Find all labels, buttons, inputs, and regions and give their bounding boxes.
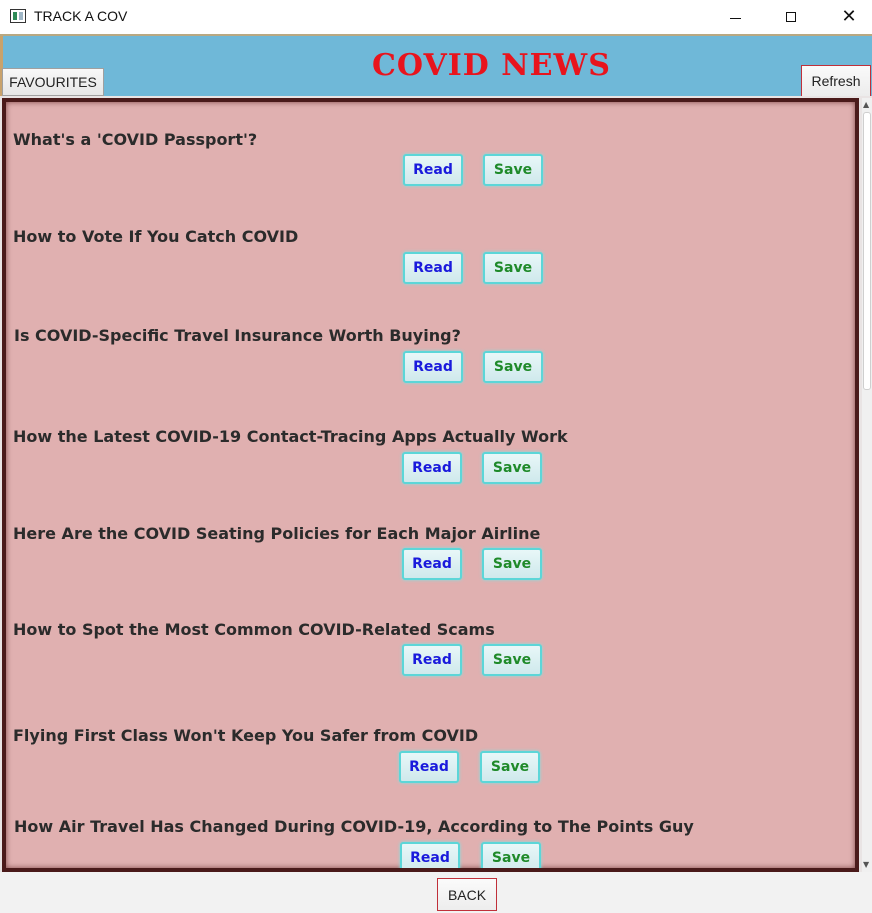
news-scroll-area: What's a 'COVID Passport'? Read Save How… (0, 96, 872, 872)
maximize-icon (786, 12, 796, 22)
save-button[interactable]: Save (483, 154, 543, 186)
save-button[interactable]: Save (483, 351, 543, 383)
app-icon (10, 9, 26, 23)
window-titlebar: TRACK A COV ✕ (0, 0, 872, 34)
article-title: How Air Travel Has Changed During COVID-… (14, 817, 694, 836)
article-title: Here Are the COVID Seating Policies for … (13, 524, 541, 543)
article-title: Flying First Class Won't Keep You Safer … (13, 726, 479, 745)
read-button[interactable]: Read (402, 452, 462, 484)
article-title: How to Spot the Most Common COVID-Relate… (13, 620, 495, 639)
scrollbar-thumb[interactable] (863, 112, 871, 390)
close-icon: ✕ (841, 6, 857, 27)
article-title: Is COVID-Specific Travel Insurance Worth… (14, 326, 461, 345)
close-button[interactable]: ✕ (826, 0, 872, 34)
save-button[interactable]: Save (482, 452, 542, 484)
article-title: What's a 'COVID Passport'? (13, 130, 258, 149)
save-button[interactable]: Save (482, 644, 542, 676)
back-button[interactable]: BACK (437, 878, 497, 911)
minimize-icon (729, 17, 741, 19)
maximize-button[interactable] (768, 0, 814, 34)
vertical-scrollbar[interactable]: ▲ ▼ (862, 98, 872, 872)
save-button[interactable]: Save (480, 751, 540, 783)
scroll-up-icon[interactable]: ▲ (863, 100, 869, 109)
scroll-down-icon[interactable]: ▼ (863, 860, 869, 869)
read-button[interactable]: Read (399, 751, 459, 783)
save-button[interactable]: Save (482, 548, 542, 580)
article-title: How the Latest COVID-19 Contact-Tracing … (13, 427, 568, 446)
read-button[interactable]: Read (402, 644, 462, 676)
page-title: COVID NEWS (372, 48, 611, 83)
footer-bar: BACK (0, 872, 872, 913)
news-list: What's a 'COVID Passport'? Read Save How… (2, 98, 859, 872)
article-title: How to Vote If You Catch COVID (13, 227, 299, 246)
read-button[interactable]: Read (403, 154, 463, 186)
window-title: TRACK A COV (34, 8, 128, 24)
read-button[interactable]: Read (403, 351, 463, 383)
refresh-button[interactable]: Refresh (801, 65, 871, 97)
save-button[interactable]: Save (483, 252, 543, 284)
read-button[interactable]: Read (403, 252, 463, 284)
save-button[interactable]: Save (481, 842, 541, 868)
minimize-button[interactable] (712, 0, 758, 34)
read-button[interactable]: Read (402, 548, 462, 580)
favourites-button[interactable]: FAVOURITES (2, 68, 104, 96)
read-button[interactable]: Read (400, 842, 460, 868)
news-header: FAVOURITES COVID NEWS Refresh (0, 34, 872, 98)
